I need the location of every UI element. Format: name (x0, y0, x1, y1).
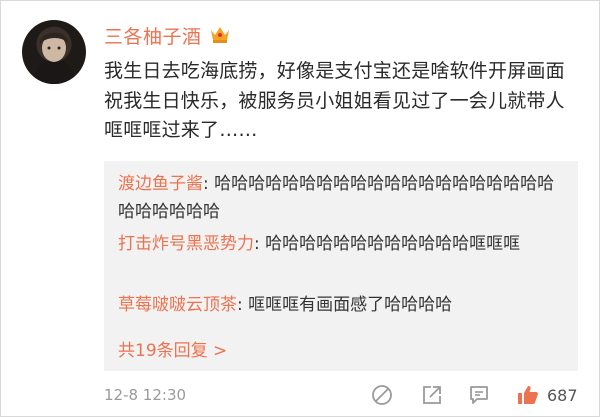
reply-text: 哈哈哈哈哈哈哈哈哈哈哈哈哐哐哐 (265, 234, 521, 254)
reply-text: 哐哐哐有画面感了哈哈哈哈 (248, 295, 453, 315)
reply-author[interactable]: 打击炸号黑恶势力 (118, 234, 254, 254)
like-icon[interactable] (516, 383, 540, 407)
reply-item: 渡边鱼子酱: 哈哈哈哈哈哈哈哈哈哈哈哈哈哈哈哈哈哈哈哈哈哈哈哈哈哈 (118, 171, 568, 226)
reply-author[interactable]: 草莓啵啵云顶茶 (118, 295, 237, 315)
reply-author[interactable]: 渡边鱼子酱 (118, 174, 203, 194)
like-count: 687 (547, 386, 578, 405)
share-icon[interactable] (420, 383, 444, 407)
username[interactable]: 三各柚子酒 (104, 22, 202, 49)
avatar[interactable] (22, 20, 86, 84)
reply-item: 打击炸号黑恶势力: 哈哈哈哈哈哈哈哈哈哈哈哈哐哐哐 (118, 231, 568, 259)
reply-item: 草莓啵啵云顶茶: 哐哐哐有画面感了哈哈哈哈 (118, 292, 568, 320)
post-text: 我生日去吃海底捞，好像是支付宝还是啥软件开屏画面祝我生日快乐，被服务员小姐姐看见… (104, 60, 565, 141)
hide-icon[interactable] (370, 383, 394, 407)
reply-colon: : (237, 295, 249, 315)
crown-icon (211, 27, 229, 43)
comment-icon[interactable] (467, 383, 491, 407)
reply-colon: : (254, 234, 266, 254)
timestamp: 12-8 12:30 (104, 386, 187, 404)
replies-box: 渡边鱼子酱: 哈哈哈哈哈哈哈哈哈哈哈哈哈哈哈哈哈哈哈哈哈哈哈哈哈哈 打击炸号黑恶… (104, 161, 578, 371)
view-all-replies-link[interactable]: 共19条回复 > (118, 336, 227, 361)
reply-colon: : (203, 174, 215, 194)
